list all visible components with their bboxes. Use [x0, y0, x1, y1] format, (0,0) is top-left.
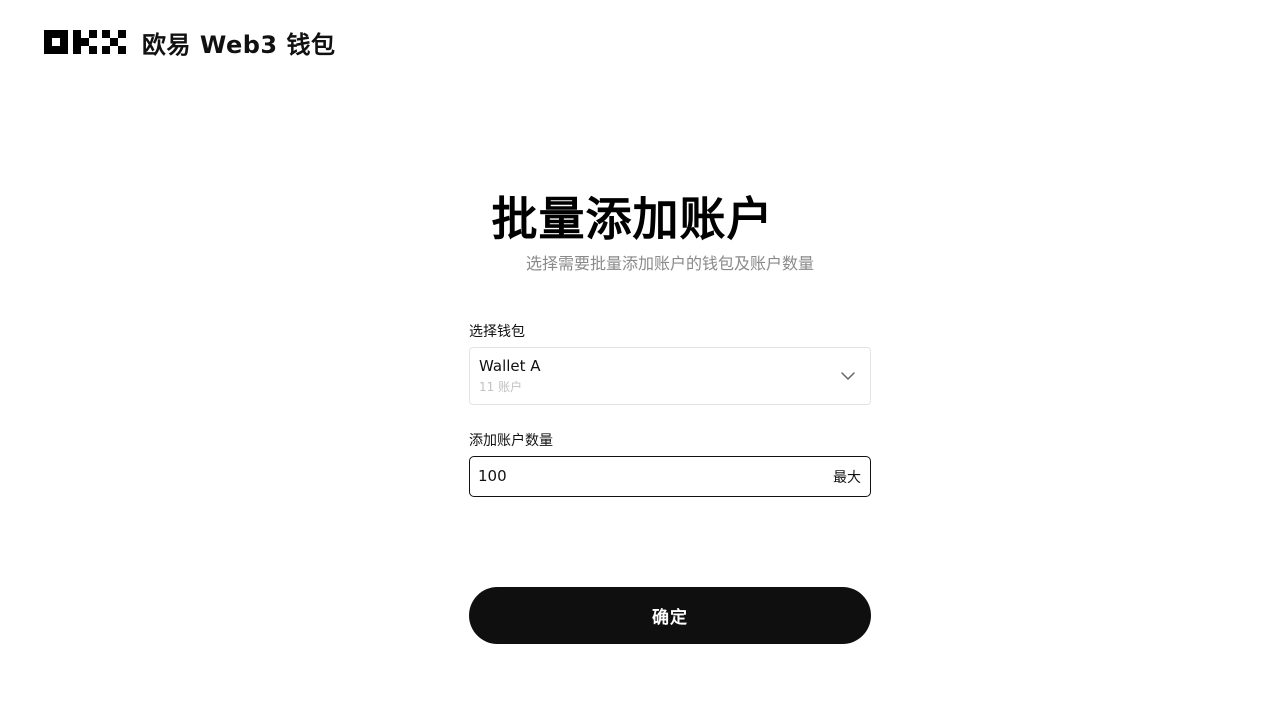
account-amount-label: 添加账户数量: [469, 433, 553, 449]
okx-logo-icon[interactable]: [44, 30, 126, 54]
confirm-button[interactable]: 确定: [469, 587, 871, 644]
header: 欧易 Web3 钱包: [44, 27, 336, 59]
wallet-account-count: 11 账户: [479, 380, 523, 394]
page-subtitle: 选择需要批量添加账户的钱包及账户数量: [525, 254, 814, 273]
add-accounts-form: 选择钱包 Wallet A 11 账户 添加账户数量 最大: [469, 322, 871, 497]
chevron-down-icon: [841, 372, 855, 380]
wallet-select-label: 选择钱包: [469, 324, 525, 340]
account-amount-input[interactable]: [478, 457, 808, 495]
wallet-select[interactable]: Wallet A 11 账户: [469, 347, 871, 405]
wallet-name: Wallet A: [479, 357, 541, 375]
page-title: 批量添加账户: [491, 192, 774, 246]
brand-name: 欧易 Web3 钱包: [142, 30, 336, 59]
account-amount-field: 最大: [469, 456, 871, 497]
max-button[interactable]: 最大: [833, 467, 861, 487]
